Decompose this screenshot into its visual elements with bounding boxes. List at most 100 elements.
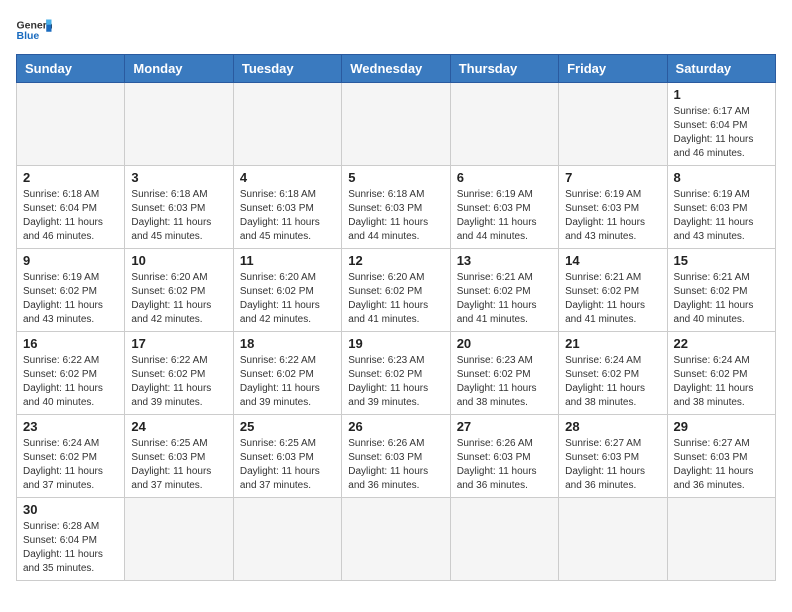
day-number: 25 <box>240 419 335 434</box>
day-cell: 27 Sunrise: 6:26 AM Sunset: 6:03 PM Dayli… <box>450 415 558 498</box>
day-info: Sunrise: 6:27 AM Sunset: 6:03 PM Dayligh… <box>674 437 769 493</box>
day-info: Sunrise: 6:24 AM Sunset: 6:02 PM Dayligh… <box>674 354 769 410</box>
day-cell <box>125 498 233 581</box>
day-number: 23 <box>23 419 118 434</box>
day-cell <box>559 83 667 166</box>
day-info: Sunrise: 6:20 AM Sunset: 6:02 PM Dayligh… <box>348 271 443 327</box>
day-info: Sunrise: 6:22 AM Sunset: 6:02 PM Dayligh… <box>23 354 118 410</box>
day-cell: 28 Sunrise: 6:27 AM Sunset: 6:03 PM Dayli… <box>559 415 667 498</box>
col-header-tuesday: Tuesday <box>233 55 341 83</box>
day-number: 12 <box>348 253 443 268</box>
day-number: 16 <box>23 336 118 351</box>
day-cell: 22 Sunrise: 6:24 AM Sunset: 6:02 PM Dayli… <box>667 332 775 415</box>
day-info: Sunrise: 6:19 AM Sunset: 6:03 PM Dayligh… <box>457 188 552 244</box>
day-cell <box>125 83 233 166</box>
day-number: 14 <box>565 253 660 268</box>
day-cell: 10Sunrise: 6:20 AM Sunset: 6:02 PM Dayli… <box>125 249 233 332</box>
week-row-1: 2Sunrise: 6:18 AM Sunset: 6:04 PM Daylig… <box>17 166 776 249</box>
day-cell: 18 Sunrise: 6:22 AM Sunset: 6:02 PM Dayli… <box>233 332 341 415</box>
day-number: 27 <box>457 419 552 434</box>
svg-text:Blue: Blue <box>17 30 40 42</box>
day-cell <box>667 498 775 581</box>
day-cell: 5 Sunrise: 6:18 AM Sunset: 6:03 PM Daylig… <box>342 166 450 249</box>
day-info: Sunrise: 6:18 AM Sunset: 6:03 PM Dayligh… <box>131 188 226 244</box>
day-cell <box>450 83 558 166</box>
day-info: Sunrise: 6:23 AM Sunset: 6:02 PM Dayligh… <box>348 354 443 410</box>
day-cell <box>559 498 667 581</box>
week-row-0: 1 Sunrise: 6:17 AM Sunset: 6:04 PM Daylig… <box>17 83 776 166</box>
col-header-wednesday: Wednesday <box>342 55 450 83</box>
day-cell: 21 Sunrise: 6:24 AM Sunset: 6:02 PM Dayli… <box>559 332 667 415</box>
day-info: Sunrise: 6:19 AM Sunset: 6:03 PM Dayligh… <box>565 188 660 244</box>
day-number: 6 <box>457 170 552 185</box>
day-info: Sunrise: 6:21 AM Sunset: 6:02 PM Dayligh… <box>457 271 552 327</box>
day-info: Sunrise: 6:27 AM Sunset: 6:03 PM Dayligh… <box>565 437 660 493</box>
day-cell <box>342 498 450 581</box>
day-cell <box>342 83 450 166</box>
week-row-4: 23 Sunrise: 6:24 AM Sunset: 6:02 PM Dayli… <box>17 415 776 498</box>
day-cell: 23 Sunrise: 6:24 AM Sunset: 6:02 PM Dayli… <box>17 415 125 498</box>
week-row-2: 9 Sunrise: 6:19 AM Sunset: 6:02 PM Daylig… <box>17 249 776 332</box>
page-header: General Blue <box>16 16 776 44</box>
day-cell: 15 Sunrise: 6:21 AM Sunset: 6:02 PM Dayli… <box>667 249 775 332</box>
calendar-table: SundayMondayTuesdayWednesdayThursdayFrid… <box>16 54 776 581</box>
day-cell <box>450 498 558 581</box>
day-info: Sunrise: 6:25 AM Sunset: 6:03 PM Dayligh… <box>131 437 226 493</box>
day-info: Sunrise: 6:26 AM Sunset: 6:03 PM Dayligh… <box>457 437 552 493</box>
day-cell: 24Sunrise: 6:25 AM Sunset: 6:03 PM Dayli… <box>125 415 233 498</box>
day-number: 3 <box>131 170 226 185</box>
week-row-3: 16 Sunrise: 6:22 AM Sunset: 6:02 PM Dayli… <box>17 332 776 415</box>
day-cell: 8Sunrise: 6:19 AM Sunset: 6:03 PM Daylig… <box>667 166 775 249</box>
day-cell <box>17 83 125 166</box>
logo: General Blue <box>16 16 56 44</box>
day-cell: 19 Sunrise: 6:23 AM Sunset: 6:02 PM Dayli… <box>342 332 450 415</box>
day-number: 1 <box>674 87 769 102</box>
day-info: Sunrise: 6:20 AM Sunset: 6:02 PM Dayligh… <box>131 271 226 327</box>
day-number: 29 <box>674 419 769 434</box>
day-cell: 29 Sunrise: 6:27 AM Sunset: 6:03 PM Dayli… <box>667 415 775 498</box>
day-info: Sunrise: 6:18 AM Sunset: 6:03 PM Dayligh… <box>348 188 443 244</box>
day-number: 19 <box>348 336 443 351</box>
day-number: 13 <box>457 253 552 268</box>
day-cell: 30 Sunrise: 6:28 AM Sunset: 6:04 PM Dayli… <box>17 498 125 581</box>
day-number: 15 <box>674 253 769 268</box>
day-cell <box>233 83 341 166</box>
day-info: Sunrise: 6:18 AM Sunset: 6:04 PM Dayligh… <box>23 188 118 244</box>
day-number: 28 <box>565 419 660 434</box>
day-info: Sunrise: 6:20 AM Sunset: 6:02 PM Dayligh… <box>240 271 335 327</box>
day-cell: 3 Sunrise: 6:18 AM Sunset: 6:03 PM Daylig… <box>125 166 233 249</box>
day-info: Sunrise: 6:22 AM Sunset: 6:02 PM Dayligh… <box>131 354 226 410</box>
day-info: Sunrise: 6:21 AM Sunset: 6:02 PM Dayligh… <box>565 271 660 327</box>
day-info: Sunrise: 6:18 AM Sunset: 6:03 PM Dayligh… <box>240 188 335 244</box>
day-cell: 11Sunrise: 6:20 AM Sunset: 6:02 PM Dayli… <box>233 249 341 332</box>
day-info: Sunrise: 6:19 AM Sunset: 6:02 PM Dayligh… <box>23 271 118 327</box>
day-cell: 25Sunrise: 6:25 AM Sunset: 6:03 PM Dayli… <box>233 415 341 498</box>
day-number: 21 <box>565 336 660 351</box>
day-info: Sunrise: 6:24 AM Sunset: 6:02 PM Dayligh… <box>23 437 118 493</box>
day-cell: 26Sunrise: 6:26 AM Sunset: 6:03 PM Dayli… <box>342 415 450 498</box>
day-number: 7 <box>565 170 660 185</box>
day-cell: 9 Sunrise: 6:19 AM Sunset: 6:02 PM Daylig… <box>17 249 125 332</box>
day-number: 5 <box>348 170 443 185</box>
day-info: Sunrise: 6:24 AM Sunset: 6:02 PM Dayligh… <box>565 354 660 410</box>
calendar-header-row: SundayMondayTuesdayWednesdayThursdayFrid… <box>17 55 776 83</box>
day-cell: 12 Sunrise: 6:20 AM Sunset: 6:02 PM Dayli… <box>342 249 450 332</box>
day-cell: 16 Sunrise: 6:22 AM Sunset: 6:02 PM Dayli… <box>17 332 125 415</box>
day-cell: 20Sunrise: 6:23 AM Sunset: 6:02 PM Dayli… <box>450 332 558 415</box>
day-number: 9 <box>23 253 118 268</box>
logo-icon: General Blue <box>16 16 52 44</box>
day-cell: 1 Sunrise: 6:17 AM Sunset: 6:04 PM Daylig… <box>667 83 775 166</box>
day-info: Sunrise: 6:28 AM Sunset: 6:04 PM Dayligh… <box>23 520 118 576</box>
col-header-saturday: Saturday <box>667 55 775 83</box>
col-header-friday: Friday <box>559 55 667 83</box>
day-info: Sunrise: 6:17 AM Sunset: 6:04 PM Dayligh… <box>674 105 769 161</box>
day-number: 18 <box>240 336 335 351</box>
day-cell: 2Sunrise: 6:18 AM Sunset: 6:04 PM Daylig… <box>17 166 125 249</box>
day-number: 22 <box>674 336 769 351</box>
day-info: Sunrise: 6:22 AM Sunset: 6:02 PM Dayligh… <box>240 354 335 410</box>
day-number: 30 <box>23 502 118 517</box>
day-cell: 13 Sunrise: 6:21 AM Sunset: 6:02 PM Dayli… <box>450 249 558 332</box>
day-info: Sunrise: 6:23 AM Sunset: 6:02 PM Dayligh… <box>457 354 552 410</box>
day-cell: 14 Sunrise: 6:21 AM Sunset: 6:02 PM Dayli… <box>559 249 667 332</box>
day-info: Sunrise: 6:21 AM Sunset: 6:02 PM Dayligh… <box>674 271 769 327</box>
